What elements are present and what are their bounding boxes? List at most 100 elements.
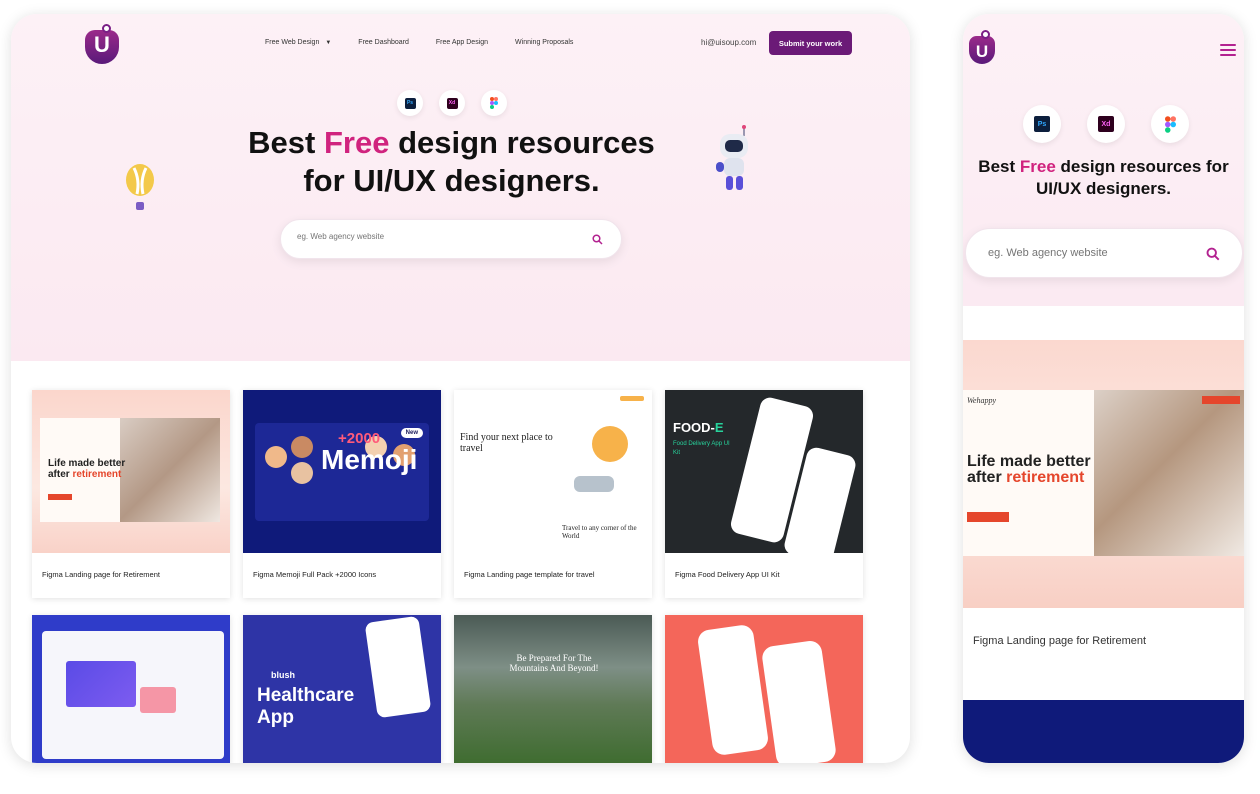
- resource-card[interactable]: FOOD-E Food Delivery App UI Kit Figma Fo…: [665, 390, 863, 598]
- memoji-title: Memoji: [321, 444, 418, 475]
- xd-filter[interactable]: Xd: [439, 90, 465, 116]
- mobile-preview: U Ps Xd Best Free design resources for U…: [963, 14, 1244, 763]
- robot-illustration: [716, 125, 748, 190]
- food-title-1: FOOD-: [673, 420, 715, 435]
- headline-pre: Best: [978, 157, 1020, 176]
- retirement-heading: Life made better after retirement: [48, 458, 128, 480]
- sun-illustration: [592, 426, 628, 462]
- travel-cta: [620, 396, 644, 401]
- headline-post: design resources: [389, 125, 655, 160]
- search-input[interactable]: [297, 232, 577, 241]
- retirement-cta: [967, 512, 1009, 522]
- retirement-heading: Life made better after retirement: [967, 454, 1107, 486]
- hero-section: U Free Web Design ▼ Free Dashboard Free …: [11, 14, 910, 361]
- next-card-thumbnail: [963, 700, 1244, 763]
- resource-card[interactable]: Life made better after retirement Figma …: [32, 390, 230, 598]
- logo[interactable]: U: [969, 30, 995, 64]
- resource-card[interactable]: Find your next place to travel Travel to…: [454, 390, 652, 598]
- figma-icon: [1164, 115, 1176, 133]
- search-icon[interactable]: [1206, 247, 1220, 261]
- card-thumbnail: Life made better after retirement: [32, 390, 230, 553]
- preview-brand: Wehappy: [967, 396, 997, 405]
- mountain-title: Be Prepared For The Mountains And Beyond…: [509, 653, 599, 673]
- logo-dot: [102, 24, 111, 33]
- new-badge: New: [400, 428, 423, 438]
- dashboard-card: [140, 687, 176, 713]
- search-icon[interactable]: [592, 234, 603, 245]
- card-caption: Figma Landing page for Retirement: [42, 570, 160, 579]
- photoshop-filter[interactable]: Ps: [397, 90, 423, 116]
- headline-accent: Free: [1019, 157, 1056, 176]
- memoji-face-icon: [265, 446, 287, 468]
- menu-item-free-web-design[interactable]: Free Web Design ▼: [265, 39, 331, 46]
- menu-item-free-dashboard[interactable]: Free Dashboard: [358, 39, 409, 46]
- headline-line2: for UI/UX designers.: [303, 163, 600, 198]
- phone-mockup: [696, 623, 770, 757]
- retire-heading-accent: retirement: [72, 469, 122, 480]
- seniors-photo: [1094, 390, 1244, 556]
- food-subtitle: Food Delivery App UI Kit: [673, 441, 730, 456]
- travel-heading: Find your next place to travel: [460, 432, 553, 454]
- card-thumbnail: FOOD-E Food Delivery App UI Kit: [665, 390, 863, 553]
- resource-card[interactable]: [665, 615, 863, 763]
- tool-icons: Ps Xd: [1023, 105, 1189, 143]
- hamburger-menu-icon[interactable]: [1220, 44, 1236, 59]
- logo-letter: U: [94, 32, 110, 57]
- logo[interactable]: U: [85, 24, 119, 64]
- xd-filter[interactable]: Xd: [1087, 105, 1125, 143]
- phone-mockup: [760, 639, 838, 763]
- menu-item-free-app-design[interactable]: Free App Design: [436, 39, 488, 46]
- retirement-cta: [48, 494, 72, 500]
- memoji-face-icon: [291, 436, 313, 458]
- dashboard-chart: [66, 661, 136, 707]
- card-thumbnail: blush Healthcare App: [243, 615, 441, 763]
- card-thumbnail: Find your next place to travel Travel to…: [454, 390, 652, 553]
- shot-heading-accent: retirement: [1006, 469, 1085, 486]
- food-title-2: E: [714, 420, 724, 435]
- mobile-hero: U Ps Xd Best Free design resources for U…: [963, 14, 1244, 306]
- tool-icons: Ps Xd: [397, 90, 507, 116]
- headline-pre: Best: [248, 125, 324, 160]
- card-caption: Figma Food Delivery App UI Kit: [675, 570, 780, 579]
- search-input[interactable]: [988, 247, 1188, 259]
- card-caption: Figma Memoji Full Pack +2000 Icons: [253, 570, 377, 579]
- search-bar: [280, 219, 622, 259]
- hot-air-balloon-illustration: [126, 164, 154, 210]
- contact-email[interactable]: hi@uisoup.com: [701, 38, 756, 47]
- card-caption: Figma Landing page template for travel: [464, 570, 595, 579]
- top-nav: U Free Web Design ▼ Free Dashboard Free …: [11, 14, 910, 74]
- resource-card[interactable]: Be Prepared For The Mountains And Beyond…: [454, 615, 652, 763]
- figma-filter[interactable]: [481, 90, 507, 116]
- retirement-preview: Life made better after retirement: [40, 418, 220, 522]
- photoshop-icon: Ps: [1034, 116, 1050, 132]
- resource-card[interactable]: [32, 615, 230, 763]
- memoji-face-icon: [291, 462, 313, 484]
- card-thumbnail: [665, 615, 863, 763]
- menu-item-label: Free Web Design: [265, 39, 320, 46]
- resource-card[interactable]: blush Healthcare App: [243, 615, 441, 763]
- car-illustration: [574, 476, 614, 492]
- hero-headline: Best Free design resources for UI/UX des…: [963, 156, 1244, 200]
- menu-item-winning-proposals[interactable]: Winning Proposals: [515, 39, 573, 46]
- seniors-photo: [120, 418, 220, 522]
- submit-work-button[interactable]: Submit your work: [769, 31, 852, 55]
- headline-post: design resources for UI/UX designers.: [1035, 157, 1229, 198]
- logo-dot: [981, 30, 990, 39]
- retirement-preview[interactable]: Wehappy Life made better after retiremen…: [963, 390, 1244, 556]
- card-thumbnail: New +2000 Memoji: [243, 390, 441, 553]
- dashboard-window: [42, 631, 224, 759]
- desktop-preview: U Free Web Design ▼ Free Dashboard Free …: [11, 14, 910, 763]
- card-caption[interactable]: Figma Landing page for Retirement: [973, 635, 1146, 647]
- photoshop-icon: Ps: [404, 97, 416, 109]
- main-menu: Free Web Design ▼ Free Dashboard Free Ap…: [265, 39, 600, 46]
- food-title: FOOD-E: [673, 420, 724, 435]
- healthcare-title: Healthcare App: [257, 685, 355, 728]
- figma-filter[interactable]: [1151, 105, 1189, 143]
- xd-icon: Xd: [1098, 116, 1114, 132]
- photoshop-filter[interactable]: Ps: [1023, 105, 1061, 143]
- card-thumbnail: Be Prepared For The Mountains And Beyond…: [454, 615, 652, 763]
- xd-icon: Xd: [446, 97, 458, 109]
- travel-subheading: Travel to any corner of the World: [562, 524, 637, 540]
- figma-icon: [490, 97, 498, 109]
- resource-card[interactable]: New +2000 Memoji Figma Memoji Full Pack …: [243, 390, 441, 598]
